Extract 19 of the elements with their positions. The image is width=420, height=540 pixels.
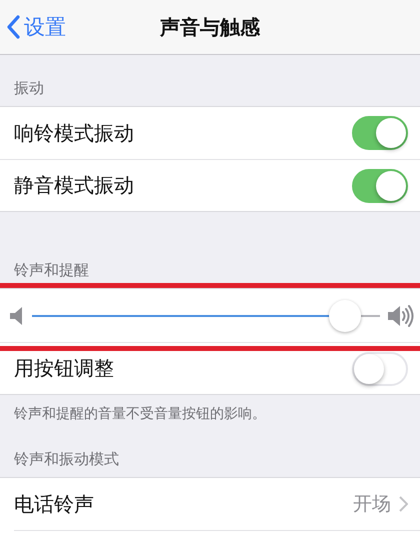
back-button[interactable]: 设置	[2, 0, 70, 54]
setting-label: 电话铃声	[14, 490, 95, 518]
slider-thumb[interactable]	[329, 300, 362, 332]
chevron-right-icon	[399, 496, 408, 512]
section-footer: 铃声和提醒的音量不受音量按钮的影响。	[0, 395, 420, 439]
back-chevron-icon	[6, 15, 20, 39]
volume-slider[interactable]	[32, 298, 380, 332]
toggle-switch[interactable]	[352, 168, 408, 202]
setting-label: 响铃模式振动	[14, 120, 135, 146]
section-header: 铃声和提醒	[14, 261, 89, 280]
section-header: 振动	[14, 79, 44, 98]
nav-title: 声音与触感	[160, 14, 260, 40]
setting-value: 开场	[353, 492, 391, 517]
toggle-switch[interactable]	[352, 116, 408, 150]
section-header: 铃声和振动模式	[14, 450, 119, 469]
setting-label: 用按钮调整	[14, 355, 115, 382]
volume-high-icon	[388, 304, 414, 328]
setting-label: 静音模式振动	[14, 172, 135, 199]
volume-low-icon	[10, 306, 24, 326]
